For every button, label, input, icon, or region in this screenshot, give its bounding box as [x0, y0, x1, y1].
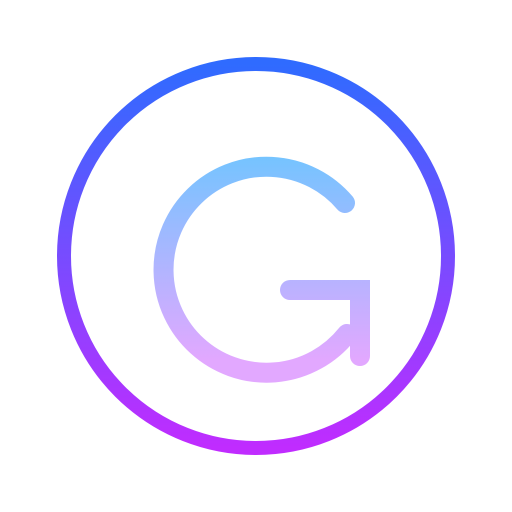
outer-ring [57, 57, 455, 455]
refresh-arc [153, 156, 357, 383]
refresh-g-circle-icon [57, 57, 455, 455]
icon-canvas [0, 0, 512, 512]
